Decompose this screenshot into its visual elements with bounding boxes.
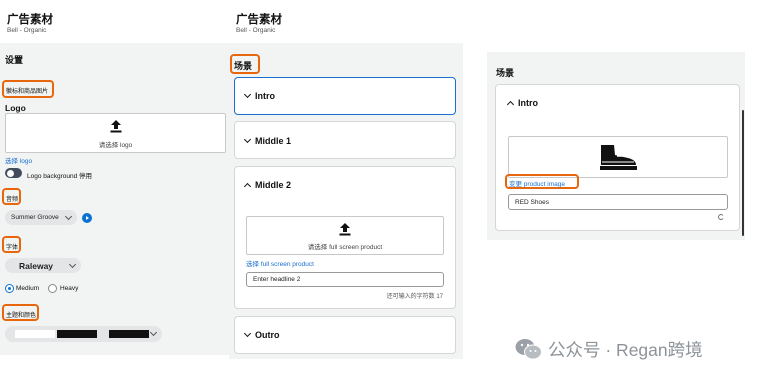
radio-dot [7,286,11,290]
weight-medium-label: Medium [16,285,40,292]
upload-icon [110,120,121,133]
scene-title-text: Middle 1 [255,136,292,146]
color-swatch-black-2 [109,330,149,338]
font-label: 字体 [6,245,19,251]
scene-card-intro-expanded[interactable]: Intro 变更 product image RED Shoes [495,84,740,231]
toggle-knob [6,169,14,177]
upload-logo-text: 请选择 logo [98,142,133,149]
middle-panel: 广告素材 Bell - Organic 场景 Intro Middle 1 Mi… [229,0,463,379]
wechat-icon [515,339,542,360]
scene-card-middle-1[interactable]: Middle 1 [234,121,456,159]
scene-card-middle-2[interactable]: Middle 2 请选择 full screen product 选择 full… [234,166,456,309]
music-select-value: Summer Groove [11,214,59,221]
color-swatch-white [15,330,55,338]
right-panel: 场景 Intro 变更 product image RED Shoes [487,52,745,240]
page-title: 广告素材 [7,14,53,26]
scene-title-middle-2: Middle 2 [243,180,292,190]
chevron-up-icon [243,182,252,190]
upload-icon [339,223,351,236]
logo-toggle-label: Logo background 停用 [27,173,93,180]
scene-title-intro: Intro [506,98,538,108]
scene-title-text: Intro [255,91,275,101]
chevron-down-icon [149,328,158,337]
watermark-text: 公众号 · Regan跨境 [548,339,703,360]
play-button[interactable] [82,213,92,223]
logo-background-toggle[interactable] [5,168,22,178]
upload-product-text: 请选择 full screen product [307,244,383,251]
scene-title-text: Outro [255,330,280,340]
font-select[interactable]: Raleway [5,258,81,273]
scrollbar[interactable] [742,110,744,236]
choose-logo-link[interactable]: 选择 logo [5,155,32,165]
product-name-input[interactable]: RED Shoes [508,194,728,210]
page-subtitle: Bell - Organic [7,27,47,34]
chevron-down-icon [243,135,252,144]
headline-input[interactable]: Enter headline 2 [246,272,444,287]
product-image-preview[interactable] [508,136,728,178]
scenes-heading: 场景 [496,68,515,78]
weight-heavy-radio[interactable] [48,284,57,293]
chevron-down-icon [68,260,77,269]
weight-medium-radio[interactable] [5,284,14,293]
music-select[interactable]: Summer Groove [5,210,77,225]
loading-icon [718,214,724,220]
font-select-value: Raleway [19,260,54,271]
scene-title-outro: Outro [243,329,280,340]
color-select[interactable] [5,326,162,342]
page-title: 广告素材 [236,14,282,26]
music-label: 音频 [6,197,19,203]
chevron-up-icon [506,100,515,108]
chevron-down-icon [64,212,73,221]
sneaker-icon [600,145,637,170]
screenshot-root: 广告素材 Bell - Organic 设置 徽标和商品图片 Logo 请选择 … [0,0,760,379]
watermark: 公众号 · Regan跨境 [515,337,703,361]
char-count: 还可输入的字符数 17 [386,294,443,300]
play-icon [86,216,89,220]
change-product-image-link[interactable]: 变更 product image [509,178,565,188]
logo-section-label: 徽标和商品图片 [6,89,49,95]
scene-card-outro[interactable]: Outro [234,316,456,354]
logo-upload-dropzone[interactable]: 请选择 logo [5,113,226,153]
settings-heading: 设置 [5,55,24,65]
color-swatch-black [57,330,97,338]
left-panel: 广告素材 Bell - Organic 设置 徽标和商品图片 Logo 请选择 … [0,0,232,379]
weight-heavy-label: Heavy [60,285,79,292]
theme-label: 主题和颜色 [6,313,37,319]
logo-heading: Logo [5,103,26,113]
scene-title-intro: Intro [243,90,275,101]
scenes-heading: 场景 [234,61,253,71]
scene-card-intro[interactable]: Intro [234,77,456,115]
chevron-down-icon [243,329,252,338]
product-upload-dropzone[interactable]: 请选择 full screen product [246,216,444,255]
chevron-down-icon [243,90,252,99]
scene-title-middle-1: Middle 1 [243,135,292,146]
scene-title-text: Intro [518,98,538,108]
choose-product-link[interactable]: 选择 full screen product [246,258,314,268]
page-subtitle: Bell - Organic [236,27,276,34]
scene-title-text: Middle 2 [255,180,292,190]
